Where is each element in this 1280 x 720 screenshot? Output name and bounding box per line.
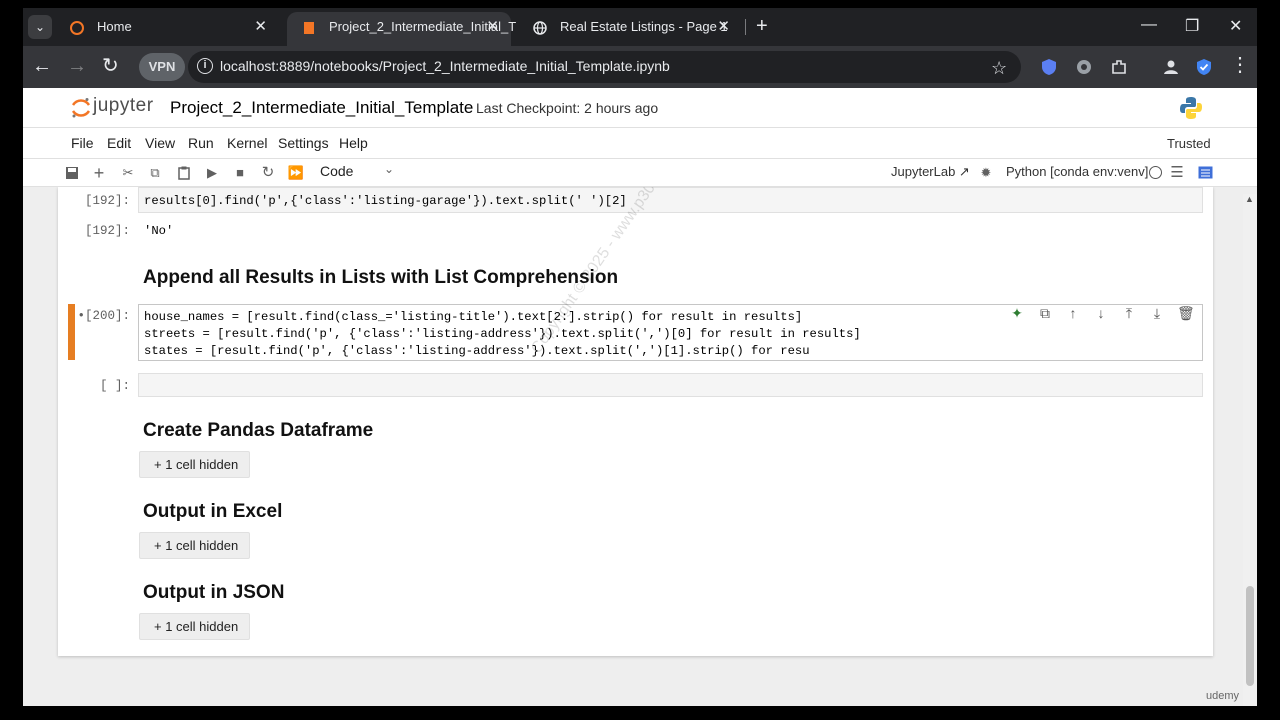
close-icon[interactable]: ✕ [486,12,499,42]
jupyter-logo[interactable]: jupyter [71,93,163,123]
code-line-1: house_names = [result.find(class_='listi… [144,310,803,324]
paste-icon[interactable] [174,163,194,183]
tab-label: Home [97,19,132,34]
insert-below-icon[interactable]: ⤓ [1149,305,1165,321]
extension-shield-icon[interactable] [1040,58,1058,76]
restart-icon[interactable]: ↻ [258,163,278,183]
cut-icon[interactable]: ✂ [118,163,138,183]
info-icon[interactable]: i [197,58,213,74]
delete-cell-icon[interactable]: 🗑 [1177,305,1195,321]
tab-search-icon[interactable]: ⌄ [28,15,52,39]
notebook-toolbar: + ✂ ⧉ ▶ ■ ↻ ⏩ Code ⌄ JupyterLab ↗ ✹ Pyth… [23,159,1257,187]
chevron-down-icon[interactable]: ⌄ [384,162,394,176]
extension-gear-icon[interactable] [1075,58,1093,76]
menu-settings[interactable]: Settings [278,135,329,151]
forward-icon[interactable]: → [67,55,87,77]
menu-file[interactable]: File [71,135,94,151]
ai-sparkle-icon[interactable]: ✦ [1009,305,1025,321]
close-icon[interactable]: ✕ [717,12,730,42]
menu-help[interactable]: Help [339,135,368,151]
expand-hidden-cells-button[interactable]: + 1 cell hidden [139,532,250,559]
heading-excel: Output in Excel [143,501,283,522]
address-bar: ← → ↻ VPN i localhost:8889/notebooks/Pro… [23,46,1257,88]
heading-json: Output in JSON [143,582,285,603]
kernel-name[interactable]: Python [conda env:venv] [1006,164,1148,179]
notebook-title[interactable]: Project_2_Intermediate_Initial_Template [170,98,473,118]
tab-notebook[interactable]: Project_2_Intermediate_Initial_T ✕ [287,12,516,46]
notebook-area: [192]: results[0].find('p',{'class':'lis… [23,187,1257,706]
jupyter-orbit-icon [71,98,91,118]
code-line-3: states = [result.find('p', {'class':'lis… [144,344,810,358]
checkpoint-text: Last Checkpoint: 2 hours ago [476,100,659,116]
profile-icon[interactable] [1162,58,1180,76]
input-prompt: [ ]: [99,379,130,393]
cell-type-select[interactable]: Code [320,163,353,179]
save-icon[interactable] [62,163,82,183]
browser-window: ⌄ Home ✕ Project_2_Intermediate_Initial_… [23,8,1257,706]
new-tab-icon[interactable]: + [756,15,768,37]
minimize-icon[interactable]: — [1141,16,1157,34]
tab-separator [745,19,746,35]
browser-menu-icon[interactable]: ⋮ [1230,54,1250,76]
output-prompt: [192]: [84,224,130,238]
fast-forward-icon[interactable]: ⏩ [286,163,306,183]
globe-icon [533,21,547,35]
tab-label: Real Estate Listings - Page 1 [560,19,728,34]
trusted-indicator[interactable]: Trusted [1161,132,1217,155]
extensions-puzzle-icon[interactable] [1110,58,1128,76]
menu-edit[interactable]: Edit [107,135,131,151]
toc-list-icon[interactable]: ☰ [1167,163,1187,183]
cell-output: 'No' [144,224,174,238]
jupyter-header: jupyter Project_2_Intermediate_Initial_T… [23,88,1257,128]
window-close-icon[interactable]: ✕ [1229,16,1242,36]
kernel-status-icon [1149,166,1162,179]
run-icon[interactable]: ▶ [202,163,222,183]
add-cell-icon[interactable]: + [89,163,109,183]
expand-hidden-cells-button[interactable]: + 1 cell hidden [139,451,250,478]
code-cell-192[interactable]: results[0].find('p',{'class':'listing-ga… [138,187,1203,213]
logo-text: jupyter [93,95,154,116]
heading-append: Append all Results in Lists with List Co… [143,267,619,288]
reload-icon[interactable]: ↻ [102,55,119,77]
menu-bar: File Edit View Run Kernel Settings Help … [23,129,1257,159]
move-up-icon[interactable]: ↑ [1065,305,1081,321]
copy-icon[interactable]: ⧉ [145,163,165,183]
shield-check-icon[interactable] [1195,58,1213,76]
close-icon[interactable]: ✕ [254,12,267,42]
menu-run[interactable]: Run [188,135,214,151]
vpn-badge[interactable]: VPN [139,53,185,81]
code-line-2: streets = [result.find('p', {'class':'li… [144,327,861,341]
scroll-thumb[interactable] [1246,586,1254,686]
menu-view[interactable]: View [145,135,175,151]
property-inspector-icon[interactable] [1195,163,1215,183]
notebook-panel: [192]: results[0].find('p',{'class':'lis… [58,187,1213,656]
tab-real-estate[interactable]: Real Estate Listings - Page 1 ✕ [518,12,742,46]
url-text: localhost:8889/notebooks/Project_2_Inter… [220,58,670,74]
menu-kernel[interactable]: Kernel [227,135,267,151]
back-icon[interactable]: ← [32,55,52,77]
insert-above-icon[interactable]: ⤒ [1121,305,1137,321]
restore-icon[interactable]: ❐ [1185,16,1199,36]
code-line: results[0].find('p',{'class':'listing-ga… [144,194,627,208]
url-field[interactable]: i localhost:8889/notebooks/Project_2_Int… [188,51,1021,83]
interrupt-icon[interactable]: ■ [230,163,250,183]
notebook-favicon-icon [304,22,314,34]
jupyter-favicon-icon [70,21,84,35]
jupyterlab-link[interactable]: JupyterLab ↗ [891,164,970,180]
empty-code-cell[interactable] [138,373,1203,397]
scrollbar[interactable]: ▲ [1243,194,1257,706]
heading-pandas: Create Pandas Dataframe [143,420,374,441]
tab-home[interactable]: Home ✕ [55,12,279,46]
scroll-up-icon[interactable]: ▲ [1245,194,1254,204]
duplicate-cell-icon[interactable]: ⧉ [1037,305,1053,321]
bookmark-star-icon[interactable]: ☆ [991,58,1007,79]
udemy-watermark: udemy [1206,690,1240,702]
expand-hidden-cells-button[interactable]: + 1 cell hidden [139,613,250,640]
python-logo-icon [1180,97,1202,119]
input-prompt: •[200]: [77,309,130,323]
tab-bar: ⌄ Home ✕ Project_2_Intermediate_Initial_… [23,8,1257,46]
debugger-bug-icon[interactable]: ✹ [976,163,996,183]
input-prompt: [192]: [84,194,130,208]
move-down-icon[interactable]: ↓ [1093,305,1109,321]
